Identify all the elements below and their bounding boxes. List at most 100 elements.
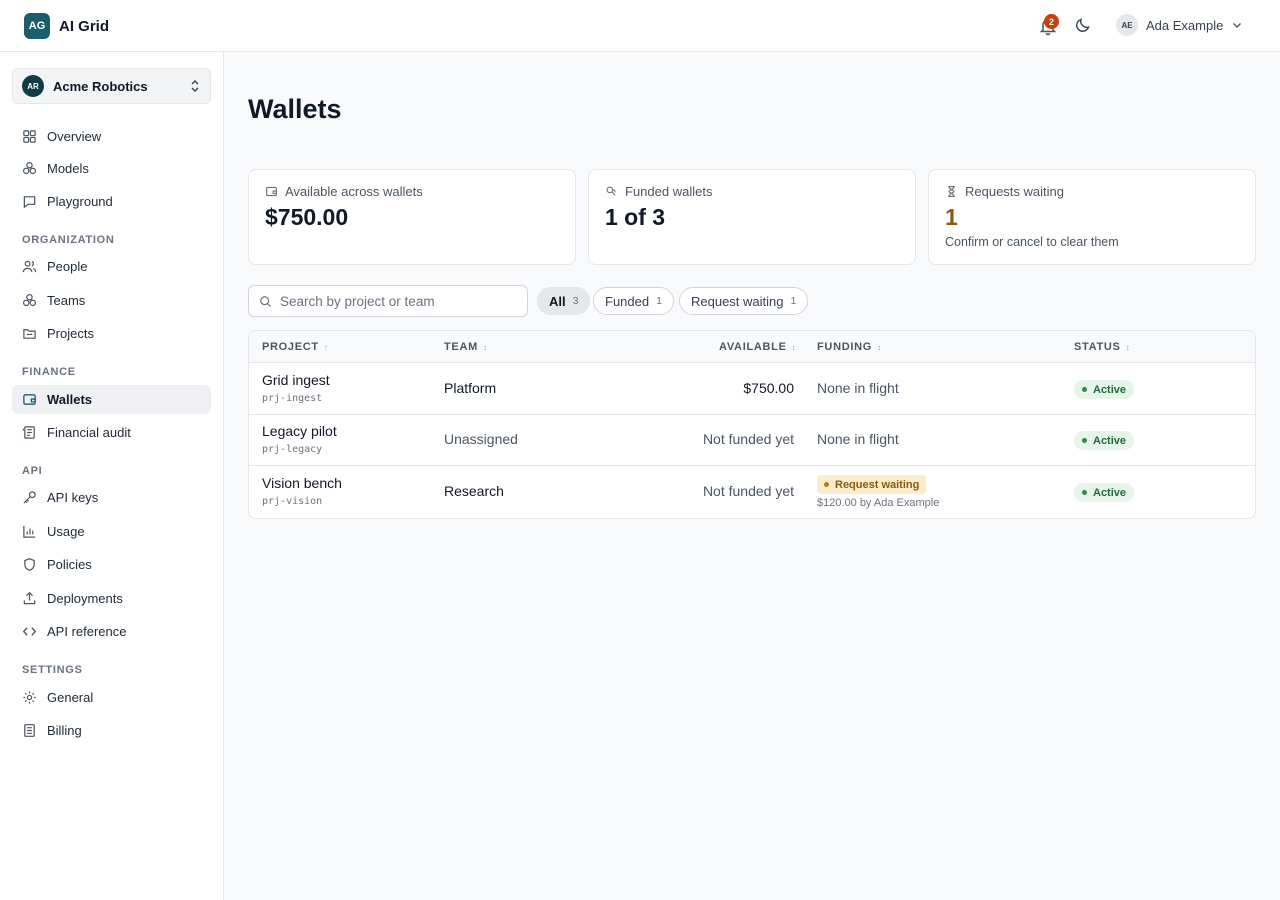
sort-icon: ↑ xyxy=(323,342,328,352)
notification-count-badge: 2 xyxy=(1044,14,1059,29)
sidebar-item-general[interactable]: General xyxy=(12,683,211,712)
sidebar-item-label: API reference xyxy=(47,624,127,639)
filter-chip-all[interactable]: All 3 xyxy=(537,287,591,315)
sidebar-item-label: Wallets xyxy=(47,392,93,407)
sidebar-item-deployments[interactable]: Deployments xyxy=(12,584,211,613)
moon-icon[interactable] xyxy=(1075,17,1091,33)
brand[interactable]: AG AI Grid xyxy=(24,13,109,39)
section-title-settings: SETTINGS xyxy=(22,664,83,676)
search-input[interactable] xyxy=(280,293,510,309)
sidebar-item-label: People xyxy=(47,259,88,274)
card-subtext: Confirm or cancel to clear them xyxy=(945,235,1119,249)
sidebar-item-wallets[interactable]: Wallets xyxy=(12,385,211,414)
sidebar-item-projects[interactable]: Projects xyxy=(12,319,211,348)
sidebar-item-label: Billing xyxy=(47,723,82,738)
column-header-available[interactable]: AVAILABLE ↕ xyxy=(719,341,796,353)
column-header-team[interactable]: TEAM ↕ xyxy=(444,341,487,353)
upload-icon xyxy=(23,591,36,605)
users-icon xyxy=(22,260,37,273)
available-amount: Not funded yet xyxy=(702,483,794,499)
sidebar-item-label: Overview xyxy=(47,129,102,144)
table-row[interactable]: Grid ingest prj-ingest Platform $750.00 … xyxy=(249,363,1255,415)
sidebar-item-overview[interactable]: Overview xyxy=(12,122,211,151)
sort-icon: ↕ xyxy=(1125,342,1130,352)
project-slug: prj-ingest xyxy=(262,393,323,404)
sidebar-item-label: Playground xyxy=(47,194,113,209)
column-header-funding[interactable]: FUNDING ↕ xyxy=(817,341,881,353)
sidebar-item-api-keys[interactable]: API keys xyxy=(12,483,211,512)
folder-icon xyxy=(23,329,36,339)
sidebar-item-playground[interactable]: Playground xyxy=(12,187,211,216)
sort-icon: ↕ xyxy=(791,342,796,352)
table-row[interactable]: Legacy pilot prj-legacy Unassigned Not f… xyxy=(249,414,1255,466)
page-title: Wallets xyxy=(248,94,342,124)
chat-icon xyxy=(23,196,36,209)
stat-card-funded: Funded wallets 1 of 3 xyxy=(588,169,916,265)
cubes-icon xyxy=(22,293,37,307)
org-switcher[interactable]: AR Acme Robotics xyxy=(12,68,211,104)
card-label: Available across wallets xyxy=(285,184,423,199)
sidebar-item-financial-audit[interactable]: Financial audit xyxy=(12,418,211,447)
project-name: Grid ingest xyxy=(262,372,330,388)
project-name: Legacy pilot xyxy=(262,423,337,439)
sidebar-item-billing[interactable]: Billing xyxy=(12,716,211,745)
user-name: Ada Example xyxy=(1146,17,1224,33)
sidebar-item-label: Usage xyxy=(47,524,85,539)
status-badge: Active xyxy=(1074,380,1135,399)
card-value: 1 of 3 xyxy=(605,204,666,230)
sidebar-item-teams[interactable]: Teams xyxy=(12,286,211,315)
sidebar-item-api-reference[interactable]: API reference xyxy=(12,617,211,646)
column-header-status[interactable]: STATUS ↕ xyxy=(1074,341,1130,353)
sidebar-item-label: Models xyxy=(47,161,89,176)
sidebar-item-label: General xyxy=(47,690,94,705)
filter-chip-request-waiting[interactable]: Request waiting 1 xyxy=(679,287,809,315)
card-value: 1 xyxy=(945,204,958,230)
sort-icon: ↕ xyxy=(482,342,487,352)
app-name: AI Grid xyxy=(59,17,110,35)
chevron-up-down-icon xyxy=(191,80,199,92)
sidebar-item-label: Deployments xyxy=(47,591,123,606)
avatar: AE xyxy=(1116,14,1138,36)
coins-icon xyxy=(606,186,616,196)
available-amount: $750.00 xyxy=(743,380,794,396)
search-field[interactable] xyxy=(248,285,528,317)
sidebar-item-usage[interactable]: Usage xyxy=(12,517,211,546)
sidebar-item-models[interactable]: Models xyxy=(12,154,211,183)
funding-status: None in flight xyxy=(817,380,899,396)
wallet-icon xyxy=(23,394,36,405)
sidebar-item-label: API keys xyxy=(47,490,99,505)
sidebar-item-label: Financial audit xyxy=(47,425,131,440)
brand-logo: AG xyxy=(24,13,50,39)
key-icon xyxy=(23,491,36,504)
org-avatar: AR xyxy=(22,75,44,97)
chip-label: Funded xyxy=(605,293,650,309)
bar-chart-icon xyxy=(23,525,36,538)
sidebar-item-people[interactable]: People xyxy=(12,252,211,281)
sidebar: AR Acme Robotics Overview Models Playgro… xyxy=(0,52,224,900)
column-header-project[interactable]: PROJECT ↑ xyxy=(262,341,328,353)
code-icon xyxy=(22,627,37,636)
card-value: $750.00 xyxy=(265,204,349,230)
project-name: Vision bench xyxy=(262,475,342,491)
sidebar-item-label: Projects xyxy=(47,326,94,341)
team-name: Unassigned xyxy=(444,431,518,447)
table-row[interactable]: Vision bench prj-vision Research Not fun… xyxy=(249,466,1255,518)
filter-chip-funded[interactable]: Funded 1 xyxy=(593,287,674,315)
sort-icon: ↕ xyxy=(877,342,882,352)
search-icon xyxy=(260,295,271,307)
top-bar: AG AI Grid 2 AE Ada Example xyxy=(0,0,1280,52)
card-label: Requests waiting xyxy=(965,184,1064,199)
chip-label: All xyxy=(549,293,566,309)
hourglass-icon xyxy=(948,186,955,197)
funding-status: None in flight xyxy=(817,431,899,447)
sidebar-item-policies[interactable]: Policies xyxy=(12,550,211,579)
user-menu[interactable]: AE Ada Example xyxy=(1116,14,1243,36)
status-badge: Active xyxy=(1074,483,1135,502)
org-name: Acme Robotics xyxy=(53,78,148,94)
shield-icon xyxy=(24,558,35,571)
receipt-icon xyxy=(24,724,35,737)
section-title-api: API xyxy=(22,465,43,477)
stat-card-available: Available across wallets $750.00 xyxy=(248,169,576,265)
grid-icon xyxy=(23,130,36,143)
gear-icon xyxy=(23,691,36,704)
